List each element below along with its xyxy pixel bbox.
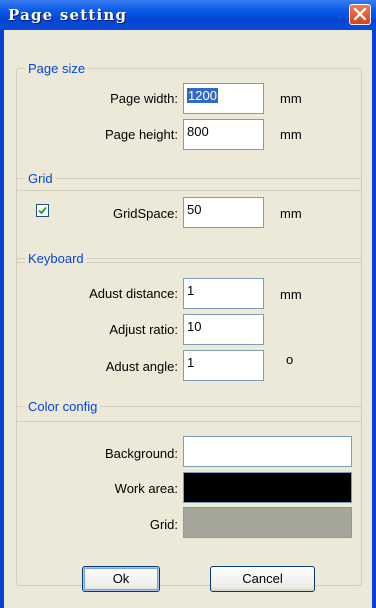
- grid-space-input[interactable]: 50: [183, 197, 264, 228]
- color-config-group-label: Color config: [25, 399, 101, 414]
- adjust-distance-input[interactable]: 1: [183, 278, 264, 309]
- adjust-ratio-label: Adjust ratio:: [109, 322, 178, 337]
- adjust-angle-label: Adust angle:: [105, 359, 178, 374]
- background-color-label: Background:: [105, 446, 178, 461]
- adjust-distance-label: Adust distance:: [89, 286, 178, 301]
- work-area-color-swatch[interactable]: [183, 472, 352, 503]
- adjust-angle-unit: o: [286, 352, 294, 367]
- cancel-button[interactable]: Cancel: [210, 566, 315, 592]
- page-setting-dialog: Page setting Page size Page width: 1200 …: [0, 0, 376, 608]
- grid-group-label: Grid: [25, 171, 56, 186]
- grid-space-unit: mm: [280, 206, 302, 221]
- adjust-distance-unit: mm: [280, 287, 302, 302]
- dialog-title: Page setting: [8, 6, 128, 24]
- close-icon: [353, 8, 367, 21]
- checkmark-icon: [38, 206, 47, 215]
- keyboard-group-label: Keyboard: [25, 251, 87, 266]
- grid-checkbox[interactable]: [36, 204, 49, 217]
- page-height-label: Page height:: [104, 127, 178, 142]
- page-width-value: 1200: [187, 88, 218, 103]
- page-width-unit: mm: [280, 91, 302, 106]
- page-width-input[interactable]: 1200: [183, 83, 264, 114]
- page-width-label: Page width:: [110, 91, 178, 106]
- dialog-body: Page size Page width: 1200 mm Page heigh…: [4, 30, 372, 608]
- page-height-input[interactable]: 800: [183, 119, 264, 150]
- background-color-swatch[interactable]: [183, 436, 352, 467]
- ok-button[interactable]: Ok: [82, 566, 160, 592]
- work-area-color-label: Work area:: [114, 481, 178, 496]
- adjust-angle-input[interactable]: 1: [183, 350, 264, 381]
- page-size-group-label: Page size: [25, 61, 89, 76]
- grid-color-swatch[interactable]: [183, 507, 352, 538]
- grid-color-label: Grid:: [149, 517, 178, 532]
- page-height-unit: mm: [280, 127, 302, 142]
- grid-space-label: GridSpace:: [112, 206, 178, 221]
- adjust-ratio-input[interactable]: 10: [183, 314, 264, 345]
- close-button[interactable]: [349, 4, 371, 25]
- title-bar[interactable]: Page setting: [0, 0, 376, 30]
